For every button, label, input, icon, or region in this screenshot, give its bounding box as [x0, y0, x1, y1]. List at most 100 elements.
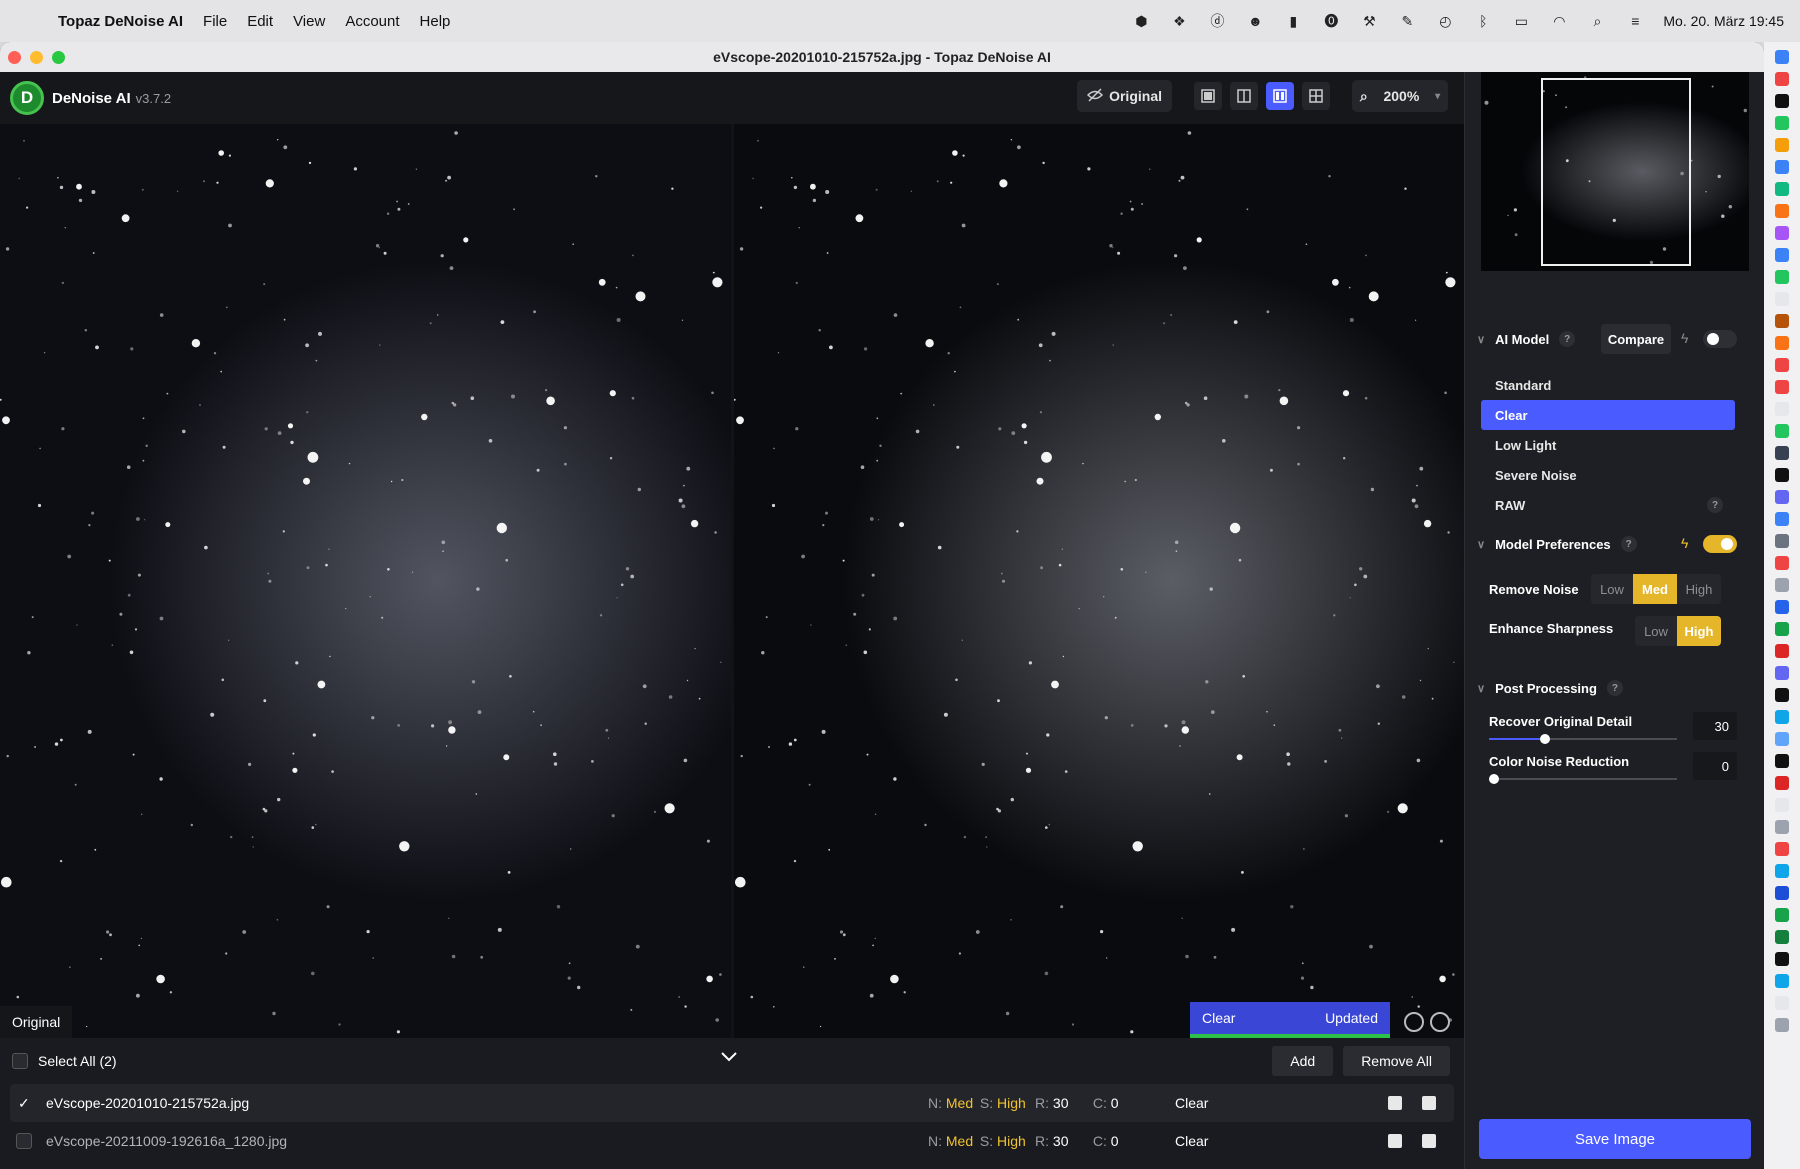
dock-app-icon[interactable] [1775, 512, 1789, 526]
processed-pane[interactable] [734, 124, 1464, 1038]
dock-app-icon[interactable] [1775, 732, 1789, 746]
help-icon[interactable]: ? [1559, 331, 1576, 347]
signature-icon[interactable]: ✎ [1397, 12, 1417, 30]
minimize-window-button[interactable] [30, 51, 43, 64]
dock-app-icon[interactable] [1775, 1018, 1789, 1032]
dock-app-icon[interactable] [1775, 248, 1789, 262]
dock-app-icon[interactable] [1775, 688, 1789, 702]
image-viewer[interactable]: Original Clear Updated [0, 124, 1464, 1038]
time-machine-icon[interactable]: ◴ [1435, 12, 1455, 30]
enhance-sharpness-high[interactable]: High [1677, 616, 1721, 646]
collapse-chevron-icon[interactable] [720, 1050, 738, 1068]
dropbox-icon[interactable]: ❖ [1169, 12, 1189, 30]
remove-noise-med[interactable]: Med [1633, 574, 1677, 604]
bluetooth-icon[interactable]: ᛒ [1473, 12, 1493, 30]
dock-app-icon[interactable] [1775, 50, 1789, 64]
show-original-button[interactable]: Original [1077, 80, 1172, 112]
dock-app-icon[interactable] [1775, 908, 1789, 922]
dock-app-icon[interactable] [1775, 710, 1789, 724]
preferences-toggle[interactable] [1703, 535, 1737, 553]
dock-app-icon[interactable] [1775, 292, 1789, 306]
side-by-side-view-button[interactable] [1266, 82, 1294, 110]
dock-app-icon[interactable] [1775, 226, 1789, 240]
dock-app-icon[interactable] [1775, 468, 1789, 482]
preview-icon[interactable] [1388, 1096, 1402, 1110]
save-image-button[interactable]: Save Image [1479, 1119, 1751, 1159]
package-icon[interactable]: ⬢ [1131, 12, 1151, 30]
model-option-low-light[interactable]: Low Light [1481, 430, 1735, 460]
robot-icon[interactable]: ☻ [1245, 12, 1265, 30]
dock-app-icon[interactable] [1775, 424, 1789, 438]
menu-app-name[interactable]: Topaz DeNoise AI [58, 13, 183, 30]
dock-app-icon[interactable] [1775, 886, 1789, 900]
dock-app-icon[interactable] [1775, 952, 1789, 966]
menu-view[interactable]: View [293, 13, 325, 30]
dock-app-icon[interactable] [1775, 204, 1789, 218]
add-button[interactable]: Add [1272, 1046, 1334, 1076]
select-all-label[interactable]: Select All (2) [38, 1053, 117, 1069]
original-pane[interactable] [0, 124, 731, 1038]
model-option-raw[interactable]: RAW ? [1481, 490, 1735, 520]
menu-account[interactable]: Account [345, 13, 399, 30]
close-window-button[interactable] [8, 51, 21, 64]
recover-detail-slider[interactable] [1489, 734, 1677, 744]
help-icon[interactable]: ? [1606, 680, 1623, 696]
search-icon[interactable]: ⌕ [1587, 12, 1607, 30]
dock-app-icon[interactable] [1775, 446, 1789, 460]
navigator-thumbnail[interactable] [1481, 72, 1749, 271]
dock-app-icon[interactable] [1775, 754, 1789, 768]
menu-clock[interactable]: Mo. 20. März 19:45 [1663, 13, 1784, 29]
dock-app-icon[interactable] [1775, 94, 1789, 108]
dock-app-icon[interactable] [1775, 72, 1789, 86]
dock-app-icon[interactable] [1775, 160, 1789, 174]
color-noise-input[interactable]: 0 [1693, 752, 1737, 780]
file-row[interactable]: eVscope-20211009-192616a_1280.jpg N: Med… [10, 1122, 1454, 1160]
file-checkbox[interactable] [16, 1133, 32, 1149]
maximize-window-button[interactable] [52, 51, 65, 64]
model-option-severe-noise[interactable]: Severe Noise [1481, 460, 1735, 490]
dock-app-icon[interactable] [1775, 842, 1789, 856]
compare-toggle[interactable] [1703, 330, 1737, 348]
ai-model-header[interactable]: ∨ AI Model ? [1477, 331, 1576, 347]
menu-edit[interactable]: Edit [247, 13, 273, 30]
happy-face-icon[interactable] [1404, 1012, 1424, 1032]
split-view-button[interactable] [1230, 82, 1258, 110]
compare-button[interactable]: Compare [1601, 324, 1671, 354]
menu-file[interactable]: File [203, 13, 227, 30]
dock-app-icon[interactable] [1775, 996, 1789, 1010]
dock-app-icon[interactable] [1775, 776, 1789, 790]
dock-app-icon[interactable] [1775, 182, 1789, 196]
checkmark-icon[interactable]: ✓ [18, 1095, 36, 1112]
model-option-clear[interactable]: Clear [1481, 400, 1735, 430]
dock-app-icon[interactable] [1775, 534, 1789, 548]
dock-app-icon[interactable] [1775, 930, 1789, 944]
navigator-viewport-frame[interactable] [1541, 78, 1691, 266]
battery-icon[interactable]: ▭ [1511, 12, 1531, 30]
model-option-standard[interactable]: Standard [1481, 370, 1735, 400]
dock-app-icon[interactable] [1775, 402, 1789, 416]
dock-app-icon[interactable] [1775, 490, 1789, 504]
trash-icon[interactable] [1422, 1096, 1436, 1110]
dock-app-icon[interactable] [1775, 578, 1789, 592]
control-center-icon[interactable]: ≡ [1625, 12, 1645, 30]
menu-help[interactable]: Help [420, 13, 451, 30]
zoom-dropdown[interactable]: ⌕ 200% ▾ [1352, 80, 1448, 112]
dock-app-icon[interactable] [1775, 380, 1789, 394]
dock-app-icon[interactable] [1775, 820, 1789, 834]
dock-app-icon[interactable] [1775, 358, 1789, 372]
sad-face-icon[interactable] [1430, 1012, 1450, 1032]
preview-icon[interactable] [1388, 1134, 1402, 1148]
model-preferences-header[interactable]: ∨ Model Preferences ? [1477, 536, 1637, 552]
dock-app-icon[interactable] [1775, 622, 1789, 636]
recover-detail-input[interactable]: 30 [1693, 712, 1737, 740]
dock-app-icon[interactable] [1775, 336, 1789, 350]
file-row[interactable]: ✓ eVscope-20201010-215752a.jpg N: Med S:… [10, 1084, 1454, 1122]
dock-app-icon[interactable] [1775, 600, 1789, 614]
wifi-icon[interactable]: ◠ [1549, 12, 1569, 30]
trash-icon[interactable] [1422, 1134, 1436, 1148]
dock-app-icon[interactable] [1775, 864, 1789, 878]
dock-app-icon[interactable] [1775, 644, 1789, 658]
enhance-sharpness-low[interactable]: Low [1635, 616, 1677, 646]
remove-noise-high[interactable]: High [1677, 574, 1721, 604]
password-icon[interactable]: ⓿ [1321, 12, 1341, 30]
